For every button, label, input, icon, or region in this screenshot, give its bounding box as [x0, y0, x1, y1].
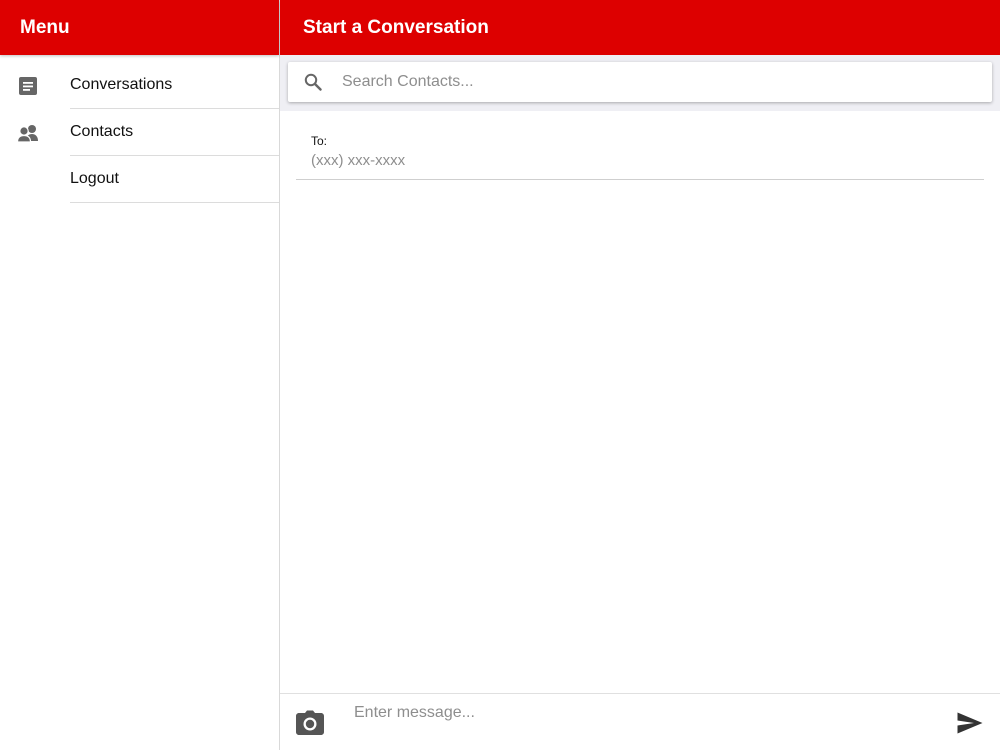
message-composer	[280, 693, 1000, 750]
main-panel: Start a Conversation To:	[280, 0, 1000, 750]
send-button[interactable]	[956, 709, 984, 737]
message-input[interactable]	[354, 704, 914, 722]
search-input[interactable]	[340, 72, 992, 92]
phone-input[interactable]	[311, 152, 711, 169]
menu-list: Conversations Contacts Logout	[0, 62, 279, 203]
send-icon	[957, 712, 983, 734]
camera-button[interactable]	[294, 707, 326, 739]
sidebar-title: Menu	[0, 0, 279, 55]
sidebar: Menu Conversations Contacts Logout	[0, 0, 280, 750]
menu-item-label: Contacts	[70, 109, 279, 156]
search-icon	[303, 72, 323, 92]
contacts-icon	[17, 122, 39, 144]
camera-icon	[296, 710, 324, 735]
page-title: Start a Conversation	[280, 0, 1000, 55]
search-bar	[280, 55, 1000, 111]
menu-item-logout[interactable]: Logout	[0, 156, 279, 203]
to-field: To:	[296, 125, 984, 180]
menu-item-label: Conversations	[70, 62, 279, 109]
menu-item-label: Logout	[70, 156, 279, 203]
document-icon	[17, 75, 39, 97]
menu-item-conversations[interactable]: Conversations	[0, 62, 279, 109]
to-label: To:	[311, 134, 328, 148]
search-box	[288, 62, 992, 102]
app: Menu Conversations Contacts Logout Start…	[0, 0, 1000, 750]
menu-item-contacts[interactable]: Contacts	[0, 109, 279, 156]
